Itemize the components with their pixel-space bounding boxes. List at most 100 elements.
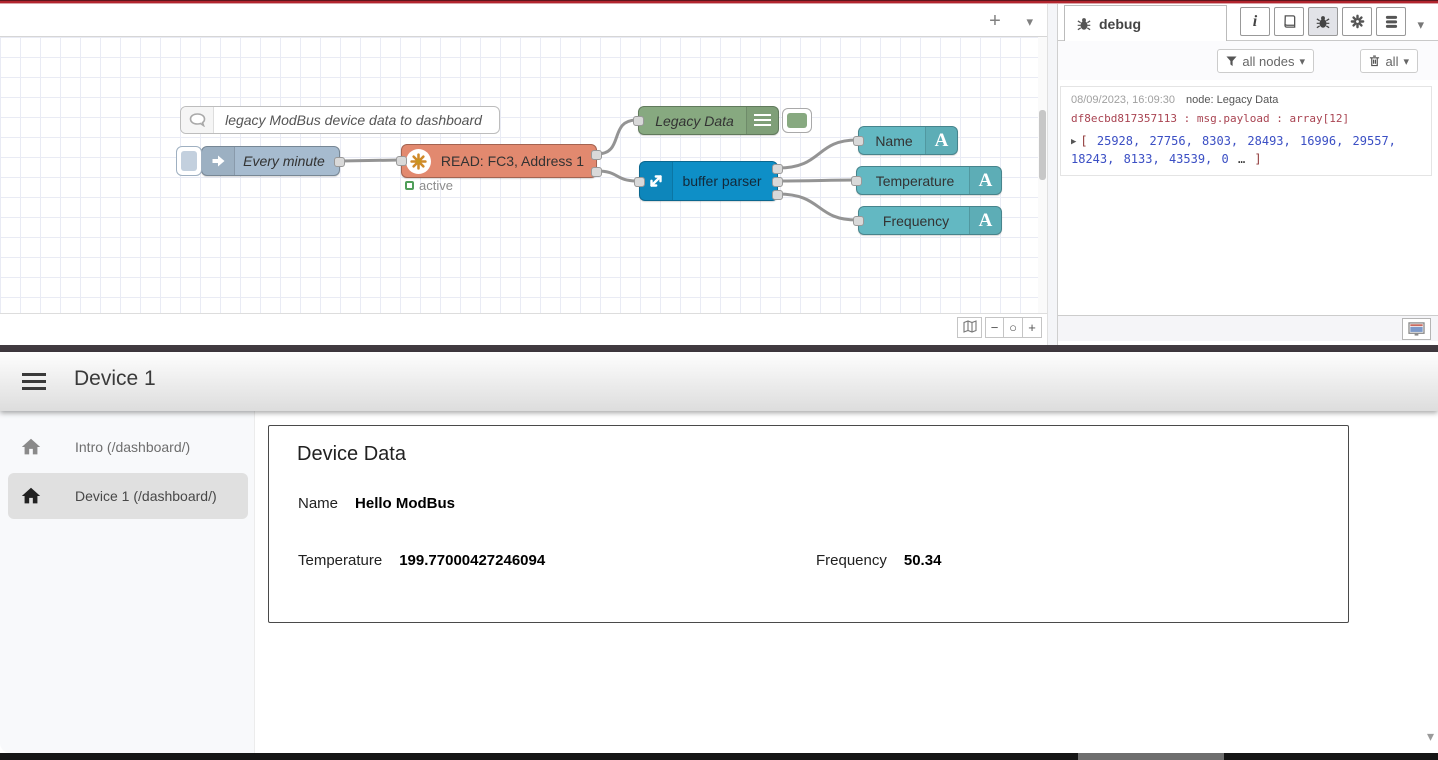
wire-modbus-debug (597, 120, 637, 154)
dashboard-window: Device 1 Intro (/dashboard/) Device 1 (/… (0, 345, 1438, 760)
field-value: 199.77000427246094 (399, 552, 545, 569)
info-tab-button[interactable]: i (1240, 7, 1270, 36)
debug-payload[interactable]: ▶[ 25928, 27756, 8303, 28493, 16996, 295… (1071, 132, 1421, 168)
zoom-reset-button[interactable]: ○ (1004, 317, 1023, 338)
sidebar-menu-caret-icon[interactable]: ▾ (1411, 16, 1430, 34)
field-label: Frequency (816, 552, 887, 569)
scrollbar-down-arrow-icon[interactable]: ▾ (1427, 728, 1434, 745)
caret-down-icon: ▾ (1403, 55, 1409, 68)
sidebar-splitter[interactable] (1047, 4, 1058, 345)
clear-messages-button[interactable]: all ▾ (1360, 49, 1418, 73)
parser-input-port[interactable] (634, 177, 645, 187)
home-icon (20, 436, 42, 458)
comment-label: legacy ModBus device data to dashboard (214, 107, 493, 133)
ui-temperature-label: Temperature (863, 167, 967, 194)
wire-parser-name (778, 140, 857, 168)
ui-name-input-port[interactable] (853, 136, 864, 146)
debug-node-label: Legacy Data (645, 107, 744, 134)
flow-tab-bar: + ▾ (0, 4, 1047, 37)
open-in-window-button[interactable] (1402, 318, 1431, 340)
status-ring-icon (405, 181, 414, 190)
inject-output-port[interactable] (334, 157, 345, 167)
taskbar-segment (1078, 753, 1224, 760)
card-title: Device Data (297, 443, 406, 466)
zoom-controls: − ○ + (985, 317, 1042, 338)
buffer-parser-node[interactable]: buffer parser (639, 161, 778, 201)
debug-toggle-fill (787, 113, 807, 128)
parser-output-port-3[interactable] (772, 190, 783, 200)
context-tab-button[interactable] (1376, 7, 1406, 36)
canvas-vertical-scrollbar[interactable] (1038, 37, 1047, 313)
ui-temperature-input-port[interactable] (851, 176, 862, 186)
debug-node[interactable]: Legacy Data (638, 106, 779, 135)
menu-hamburger-icon[interactable] (22, 373, 46, 390)
info-icon: i (1253, 13, 1257, 31)
bug-icon (1316, 15, 1330, 29)
tab-debug[interactable]: debug (1064, 5, 1227, 41)
debug-message-meta: 08/09/2023, 16:09:30 node: Legacy Data (1071, 94, 1421, 106)
taskbar-edge (0, 753, 1438, 760)
flow-list-caret-icon[interactable]: ▾ (1020, 13, 1039, 31)
field-label: Temperature (298, 552, 382, 569)
editor-footer: − ○ + (0, 313, 1047, 340)
modbus-label: READ: FC3, Address 1 (435, 145, 590, 177)
ui-text-node-temperature[interactable]: Temperature A (856, 166, 1002, 195)
debug-msg-path: df8ecbd817357113 : msg.payload : array[1… (1071, 112, 1421, 125)
inject-trigger-fill (181, 151, 197, 171)
scrollbar-thumb[interactable] (1039, 110, 1046, 180)
sidebar-header: debug i ▾ (1058, 4, 1438, 41)
text-a-icon: A (969, 167, 1001, 194)
window-top-edge (0, 345, 1438, 352)
field-temperature: Temperature 199.77000427246094 (298, 552, 545, 569)
zoom-in-button[interactable]: + (1023, 317, 1042, 338)
debug-toggle-button[interactable] (782, 108, 812, 133)
debug-tab-button[interactable] (1308, 7, 1338, 36)
caret-down-icon: ▾ (1299, 55, 1305, 68)
modbus-read-node[interactable]: READ: FC3, Address 1 (401, 144, 597, 178)
sidebar-item-label: Intro (/dashboard/) (75, 439, 190, 455)
ui-frequency-input-port[interactable] (853, 216, 864, 226)
filter-nodes-button[interactable]: all nodes ▾ (1217, 49, 1314, 73)
field-name: Name Hello ModBus (298, 495, 455, 512)
text-a-icon: A (925, 127, 957, 154)
page-title: Device 1 (74, 367, 156, 391)
parser-output-port-2[interactable] (772, 177, 783, 187)
speech-bubble-icon (181, 107, 214, 133)
wire-modbus-parser (597, 171, 638, 181)
add-flow-button[interactable]: + (983, 9, 1007, 33)
debug-input-port[interactable] (633, 116, 644, 126)
field-label: Name (298, 495, 338, 512)
clear-messages-label: all (1385, 54, 1398, 69)
inject-node[interactable]: Every minute (201, 146, 340, 176)
modbus-input-port[interactable] (396, 156, 407, 166)
debug-message[interactable]: 08/09/2023, 16:09:30 node: Legacy Data d… (1060, 86, 1432, 176)
debug-source-node: node: Legacy Data (1186, 94, 1278, 106)
home-icon (20, 485, 42, 507)
sidebar-item-intro[interactable]: Intro (/dashboard/) (8, 424, 248, 470)
modbus-status: active (405, 178, 453, 193)
config-tab-button[interactable] (1342, 7, 1372, 36)
filter-nodes-label: all nodes (1242, 54, 1294, 69)
wire-inject-modbus (341, 160, 400, 161)
dashboard-sidebar: Intro (/dashboard/) Device 1 (/dashboard… (0, 411, 255, 753)
dashboard-header: Device 1 (0, 352, 1438, 411)
ui-text-node-frequency[interactable]: Frequency A (858, 206, 1002, 235)
help-tab-button[interactable] (1274, 7, 1304, 36)
ui-text-node-name[interactable]: Name A (858, 126, 958, 155)
debug-sidebar: debug i ▾ all nodes ▾ (1058, 4, 1438, 345)
ui-frequency-label: Frequency (865, 207, 967, 234)
flow-canvas[interactable]: legacy ModBus device data to dashboard E… (0, 37, 1038, 313)
bug-icon (1077, 17, 1091, 31)
inject-label: Every minute (235, 147, 333, 175)
modbus-output-port-2[interactable] (591, 167, 602, 177)
modbus-output-port-1[interactable] (591, 150, 602, 160)
device-data-card: Device Data Name Hello ModBus Temperatur… (268, 425, 1349, 623)
sidebar-item-device-1[interactable]: Device 1 (/dashboard/) (8, 473, 248, 519)
comment-node[interactable]: legacy ModBus device data to dashboard (180, 106, 500, 134)
trash-icon (1369, 55, 1380, 67)
field-value: 50.34 (904, 552, 942, 569)
zoom-out-button[interactable]: − (985, 317, 1004, 338)
inject-trigger-button[interactable] (176, 146, 202, 176)
parser-output-port-1[interactable] (772, 164, 783, 174)
navigator-button[interactable] (957, 317, 982, 338)
